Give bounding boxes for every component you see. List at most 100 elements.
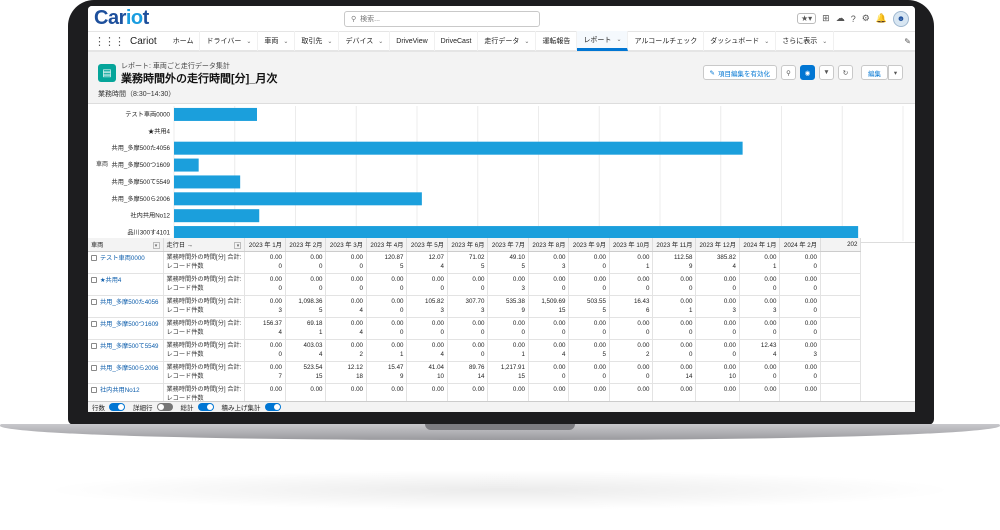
chevron-down-icon[interactable]: ⌄ bbox=[616, 36, 621, 43]
chevron-down-icon[interactable]: ⌄ bbox=[822, 38, 827, 45]
row-checkbox[interactable] bbox=[91, 386, 97, 393]
help-icon[interactable]: ? bbox=[851, 14, 856, 24]
vehicle-link[interactable]: 共用_多摩500つ1609 bbox=[100, 321, 158, 328]
month-header[interactable]: 2024 年 1月 bbox=[739, 238, 781, 252]
vehicle-cell[interactable]: 共用_多摩500た4056 bbox=[88, 295, 164, 318]
bar[interactable] bbox=[174, 141, 743, 155]
row-count-toggle[interactable] bbox=[109, 403, 125, 411]
nav-item-10[interactable]: アルコールチェック bbox=[628, 31, 705, 51]
notifications-bell-icon[interactable]: 🔔 bbox=[876, 13, 887, 24]
edit-nav-pencil-icon[interactable]: ✎ bbox=[904, 37, 915, 46]
vehicle-cell[interactable]: 共用_多摩500ら2006 bbox=[88, 361, 164, 384]
chevron-down-icon[interactable]: ⌄ bbox=[327, 38, 332, 45]
nav-item-12[interactable]: さらに表示 ⌄ bbox=[776, 31, 835, 51]
column-header-vehicle[interactable]: 車両 ▾ bbox=[88, 238, 164, 252]
table-row: 共用_多摩500つ1609 業務時間外の時間[分] 合計: レコード件数 156.37… bbox=[88, 317, 862, 340]
bar[interactable] bbox=[174, 158, 199, 172]
month-header[interactable]: 2023 年 5月 bbox=[406, 238, 448, 252]
nav-item-8[interactable]: 運転報告 bbox=[536, 31, 578, 51]
nav-item-9[interactable]: レポート ⌄ bbox=[577, 31, 629, 51]
month-header[interactable]: 2023 年 8月 bbox=[528, 238, 570, 252]
chart-toggle-button[interactable]: ◉ bbox=[800, 65, 815, 80]
month-header[interactable]: 2024 年 2月 bbox=[779, 238, 821, 252]
month-header[interactable]: 2023 年 7月 bbox=[487, 238, 529, 252]
user-avatar[interactable]: ☻ bbox=[893, 10, 909, 27]
nav-item-5[interactable]: DriveView bbox=[390, 31, 435, 51]
nav-item-label: DriveView bbox=[396, 37, 428, 45]
vehicle-link[interactable]: 共用_多摩500て5549 bbox=[100, 343, 158, 350]
month-header[interactable]: 2023 年 6月 bbox=[447, 238, 489, 252]
month-header[interactable]: 2023 年 4月 bbox=[366, 238, 408, 252]
bar[interactable] bbox=[174, 175, 241, 189]
nav-item-11[interactable]: ダッシュボード ⌄ bbox=[704, 31, 777, 51]
guidance-center-icon[interactable]: ☁ bbox=[836, 13, 845, 24]
month-header[interactable]: 202 bbox=[820, 238, 862, 252]
month-header[interactable]: 2023 年 2月 bbox=[285, 238, 327, 252]
vehicle-link[interactable]: ★共用4 bbox=[100, 277, 121, 284]
nav-item-1[interactable]: ドライバー ⌄ bbox=[200, 31, 259, 51]
row-checkbox[interactable] bbox=[91, 298, 97, 305]
month-header[interactable]: 2023 年 3月 bbox=[325, 238, 367, 252]
nav-item-4[interactable]: デバイス ⌄ bbox=[339, 31, 391, 51]
value-cell: 0.00 1 bbox=[487, 339, 529, 362]
table-row: ★共用4 業務時間外の時間[分] 合計: レコード件数 0.00 0 0.00 0 0.00 0… bbox=[88, 273, 862, 296]
row-checkbox[interactable] bbox=[91, 342, 97, 349]
chevron-down-icon[interactable]: ⌄ bbox=[283, 38, 288, 45]
bar[interactable] bbox=[174, 107, 257, 121]
row-checkbox[interactable] bbox=[91, 276, 97, 283]
report-filter-summary: 業務時間（8:30~14:30） bbox=[98, 91, 176, 98]
value-cell: 307.70 3 bbox=[447, 295, 489, 318]
chevron-down-icon[interactable]: ⌄ bbox=[524, 38, 529, 45]
nav-item-label: 運転報告 bbox=[542, 38, 571, 45]
setup-gear-icon[interactable]: ⚙ bbox=[862, 13, 870, 24]
refresh-button[interactable]: ↻ bbox=[838, 65, 853, 80]
detail-rows-toggle[interactable] bbox=[156, 403, 173, 411]
vehicle-link[interactable]: 社内共用No12 bbox=[100, 387, 140, 394]
month-header[interactable]: 2023 年 12月 bbox=[695, 238, 740, 252]
vehicle-cell[interactable]: 共用_多摩500つ1609 bbox=[88, 317, 164, 340]
chevron-down-icon[interactable]: ▾ bbox=[152, 241, 160, 249]
chevron-down-icon[interactable]: ⌄ bbox=[378, 38, 383, 45]
report-title: 業務時間外の走行時間[分]_月次 bbox=[121, 73, 278, 85]
row-checkbox[interactable] bbox=[91, 320, 97, 327]
vehicle-cell[interactable]: 共用_多摩500て5549 bbox=[88, 339, 164, 362]
enable-field-edit-button[interactable]: ✎ 項目編集を有効化 bbox=[702, 65, 777, 80]
edit-button[interactable]: 編集 bbox=[861, 65, 888, 80]
vehicle-cell[interactable]: テスト車両0000 bbox=[88, 251, 164, 274]
nav-item-2[interactable]: 車両 ⌄ bbox=[258, 31, 296, 51]
month-header[interactable]: 2023 年 11月 bbox=[652, 238, 697, 252]
app-launcher-icon[interactable]: ⋮⋮⋮ bbox=[94, 35, 125, 48]
month-header[interactable]: 2023 年 9月 bbox=[568, 238, 610, 252]
favorites-star-icon[interactable]: ★▾ bbox=[796, 13, 817, 24]
column-header-date[interactable]: 走行日 → ▾ bbox=[163, 238, 246, 252]
vehicle-link[interactable]: 共用_多摩500ら2006 bbox=[100, 365, 158, 372]
bar[interactable] bbox=[174, 192, 422, 206]
vehicle-link[interactable]: テスト車両0000 bbox=[100, 255, 145, 262]
global-add-icon[interactable]: ⊞ bbox=[822, 13, 830, 24]
nav-item-0[interactable]: ホーム bbox=[167, 31, 201, 51]
vehicle-cell[interactable]: 社内共用No12 bbox=[88, 383, 164, 401]
global-search-input[interactable]: ⚲ 検索... bbox=[344, 10, 540, 27]
nav-item-3[interactable]: 取引先 ⌄ bbox=[295, 31, 340, 51]
value-cell: 0.00 bbox=[528, 383, 570, 401]
subtotal-toggle[interactable] bbox=[197, 403, 214, 411]
row-checkbox[interactable] bbox=[91, 364, 97, 371]
chevron-down-icon[interactable]: ⌄ bbox=[764, 38, 769, 45]
chevron-down-icon[interactable]: ⌄ bbox=[246, 38, 251, 45]
month-header[interactable]: 2023 年 1月 bbox=[244, 238, 286, 252]
cariot-logo[interactable]: Cariot bbox=[94, 7, 344, 30]
vehicle-cell[interactable]: ★共用4 bbox=[88, 273, 164, 296]
nav-item-7[interactable]: 走行データ ⌄ bbox=[478, 31, 537, 51]
bar[interactable] bbox=[174, 209, 260, 223]
filter-button[interactable]: ▼ bbox=[819, 65, 834, 80]
vehicle-link[interactable]: 共用_多摩500た4056 bbox=[100, 299, 158, 306]
month-header[interactable]: 2023 年 10月 bbox=[609, 238, 654, 252]
stacked-summary-toggle[interactable] bbox=[264, 403, 281, 411]
edit-menu-button[interactable]: ▾ bbox=[888, 65, 903, 80]
nav-item-6[interactable]: DriveCast bbox=[435, 31, 479, 51]
row-checkbox[interactable] bbox=[91, 254, 97, 261]
chevron-down-icon[interactable]: ▾ bbox=[234, 241, 242, 249]
search-report-button[interactable]: ⚲ bbox=[781, 65, 796, 80]
value-cell: 1,509.69 15 bbox=[528, 295, 570, 318]
value-cell: 12.43 4 bbox=[739, 339, 781, 362]
